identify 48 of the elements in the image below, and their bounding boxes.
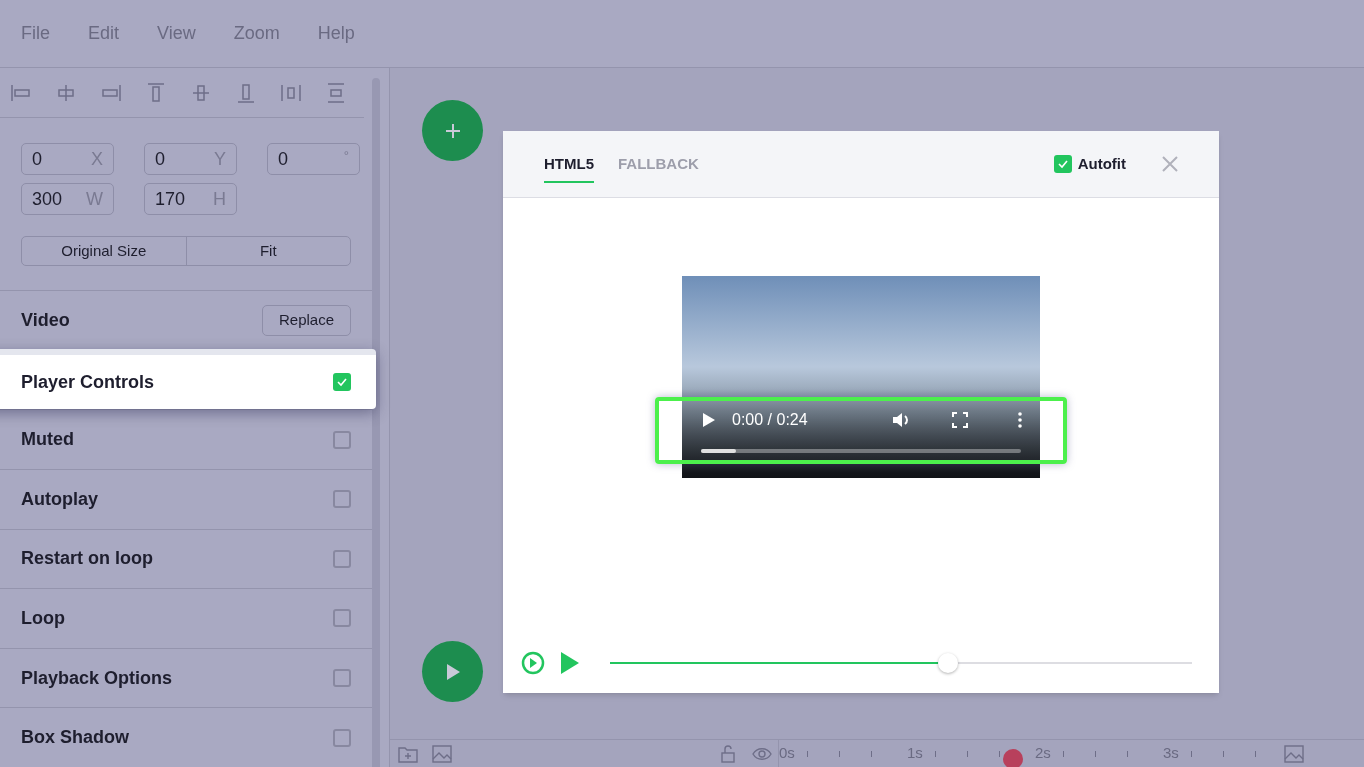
- fullscreen-icon[interactable]: [952, 412, 968, 428]
- checkbox[interactable]: [333, 728, 351, 747]
- time-label: 3s: [1163, 743, 1179, 764]
- section-title: Video: [21, 308, 70, 332]
- play-icon[interactable]: [702, 412, 716, 428]
- scrollbar[interactable]: [372, 78, 380, 767]
- autofit-label: Autofit: [1077, 153, 1126, 174]
- image-icon[interactable]: [1284, 744, 1304, 763]
- unlock-icon[interactable]: [720, 744, 736, 763]
- play-icon: [444, 662, 461, 681]
- checkbox[interactable]: [333, 430, 351, 449]
- check-icon: [336, 376, 348, 389]
- more-icon[interactable]: [1018, 412, 1022, 428]
- play-button[interactable]: [422, 641, 483, 702]
- replay-icon[interactable]: [520, 650, 546, 676]
- checkbox[interactable]: [333, 373, 351, 392]
- scrubber-thumb[interactable]: [937, 653, 958, 673]
- option-row[interactable]: Player Controls: [0, 349, 376, 410]
- eye-icon[interactable]: [752, 746, 772, 761]
- option-label: Muted: [21, 428, 74, 452]
- time-label: 1s: [907, 743, 923, 764]
- video-progress-track[interactable]: [701, 449, 1021, 453]
- option-label: Player Controls: [21, 370, 155, 394]
- option-label: Playback Options: [21, 666, 173, 690]
- close-icon[interactable]: [1162, 156, 1178, 172]
- checkbox[interactable]: [333, 609, 351, 628]
- image-icon[interactable]: [432, 744, 452, 763]
- checkbox[interactable]: [333, 549, 351, 568]
- time-label: 2s: [1035, 743, 1051, 764]
- replace-button[interactable]: Replace: [261, 304, 351, 336]
- checkbox[interactable]: [1053, 155, 1072, 173]
- fit-button[interactable]: Fit: [186, 237, 350, 265]
- option-label: Loop: [21, 606, 65, 630]
- plus-icon: [443, 121, 462, 140]
- original-size-button[interactable]: Original Size: [22, 237, 187, 265]
- checkbox[interactable]: [333, 669, 351, 687]
- number-field[interactable]: 0 °: [267, 143, 360, 175]
- option-label: Restart on loop: [21, 547, 153, 571]
- option-label: Box Shadow: [21, 726, 129, 750]
- playhead[interactable]: [1003, 749, 1023, 767]
- tab[interactable]: HTML5: [544, 144, 594, 184]
- video-time: 0:00 / 0:24: [732, 410, 808, 430]
- checkbox[interactable]: [333, 490, 351, 509]
- time-label: 0s: [779, 743, 795, 764]
- folder-icon[interactable]: [398, 744, 418, 763]
- add-button[interactable]: [422, 100, 483, 161]
- option-label: Autoplay: [21, 487, 98, 511]
- check-icon: [1056, 158, 1069, 170]
